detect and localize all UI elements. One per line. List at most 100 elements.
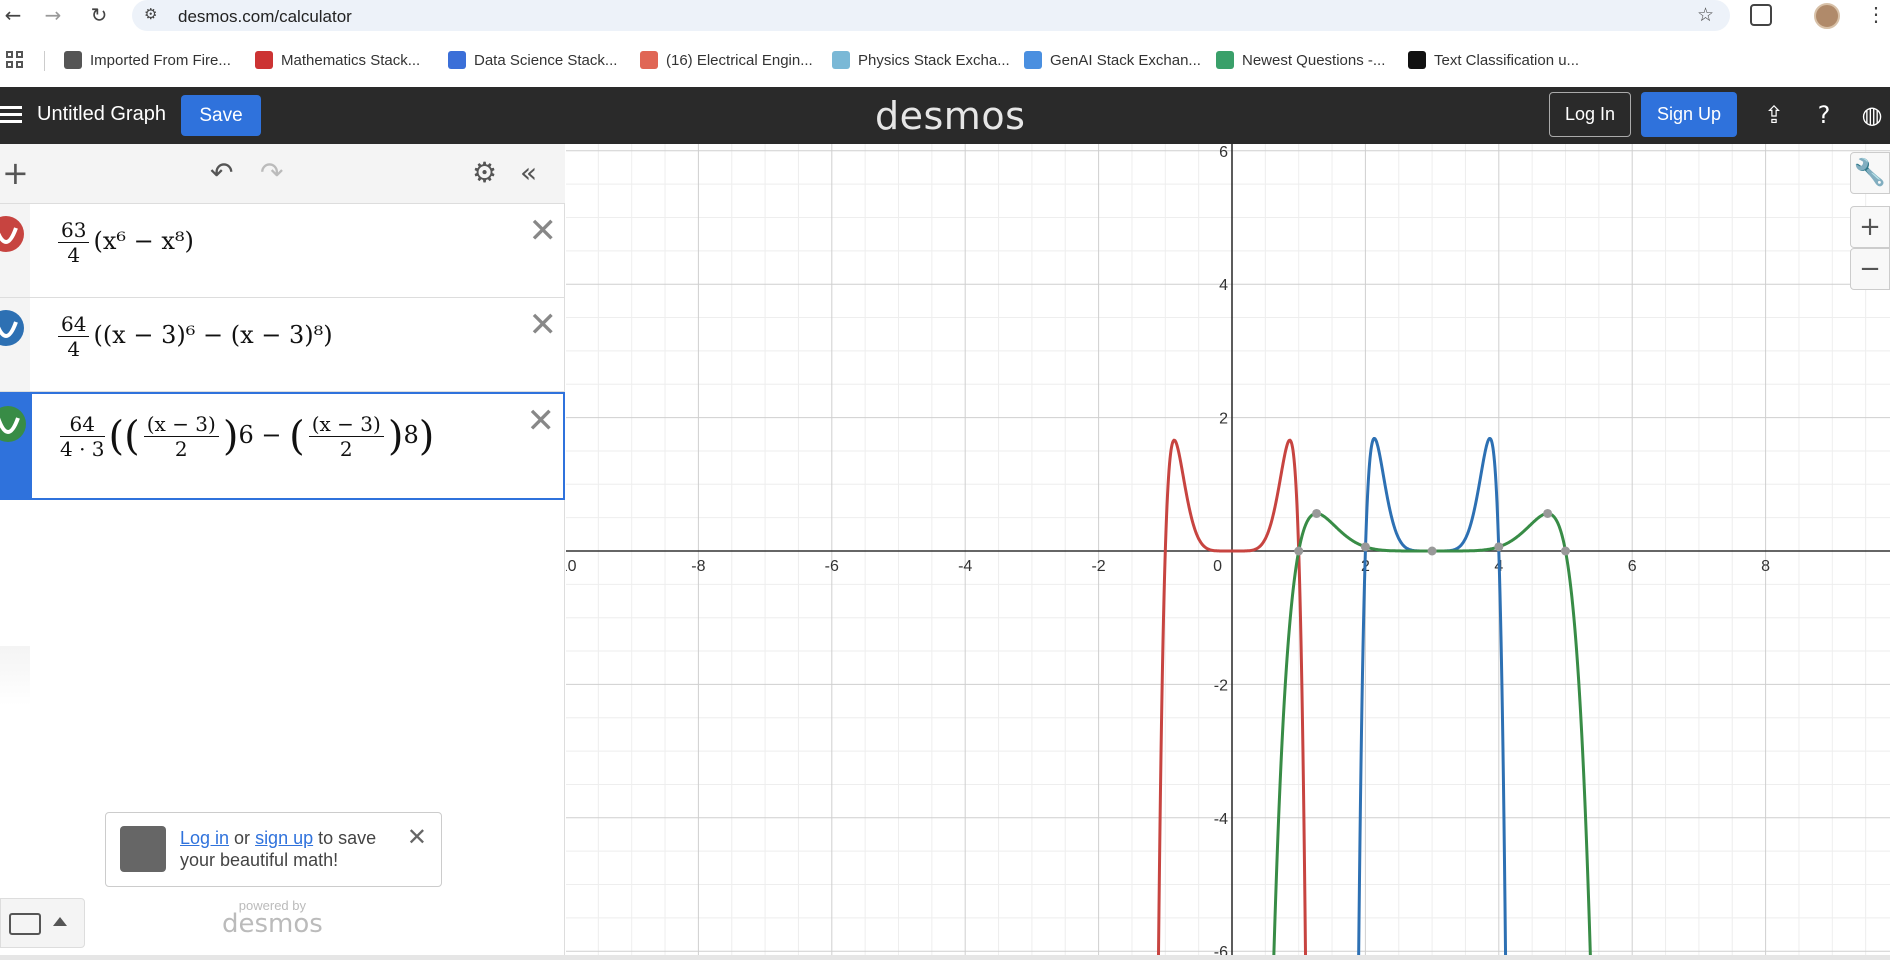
x-tick-label: -4 (958, 558, 972, 575)
expression-body: ((x − 3)⁶ − (x − 3)⁸) (93, 321, 333, 349)
bookmark-label: Text Classification u... (1434, 52, 1580, 69)
expression-row-1[interactable]: 63 4 (x⁶ − x⁸) ✕ (0, 204, 565, 298)
bookmark-item[interactable]: Imported From Fire... (64, 51, 231, 71)
expression-math[interactable]: 64 4 ((x − 3)⁶ − (x − 3)⁸) (54, 312, 333, 361)
redo-icon[interactable]: ↷ (260, 158, 283, 188)
y-tick-label: -4 (1214, 811, 1228, 828)
login-prompt-text: Log in or sign up to save your beautiful… (180, 828, 377, 870)
caret-up-icon (53, 917, 67, 926)
bookmark-item[interactable]: Mathematics Stack... (255, 51, 420, 71)
curve-2[interactable] (566, 437, 1890, 957)
expression-math[interactable]: 63 4 (x⁶ − x⁸) (54, 218, 194, 267)
bookmark-item[interactable]: Physics Stack Excha... (832, 51, 1010, 71)
expression-body: (x⁶ − x⁸) (93, 227, 194, 255)
share-icon[interactable]: ⇪ (1760, 101, 1788, 129)
expression-list: 63 4 (x⁶ − x⁸) ✕ 64 4 ((x − 3)⁶ − (x − 3… (0, 204, 565, 500)
coefficient-fraction: 63 4 (58, 218, 90, 267)
save-button[interactable]: Save (181, 95, 261, 136)
address-bar[interactable]: ⚙ desmos.com/calculator ☆ (132, 0, 1730, 31)
log-in-link[interactable]: Log in (180, 828, 229, 848)
empty-row-gutter (0, 646, 30, 706)
undo-icon[interactable]: ↶ (210, 158, 233, 188)
curve-3[interactable] (566, 512, 1890, 957)
point-of-interest[interactable] (1360, 542, 1370, 552)
bookmark-item[interactable]: (16) Electrical Engin... (640, 51, 813, 71)
x-tick-label: 0 (1213, 558, 1222, 575)
close-icon[interactable]: ✕ (407, 823, 427, 852)
back-icon[interactable]: ← (0, 2, 26, 28)
forward-icon[interactable]: → (40, 2, 66, 28)
help-icon[interactable]: ? (1810, 101, 1838, 129)
bottom-border (0, 955, 1890, 960)
language-globe-icon[interactable]: ◍ (1858, 101, 1886, 129)
log-in-button[interactable]: Log In (1549, 92, 1631, 137)
point-of-interest[interactable] (1494, 542, 1504, 552)
bookmark-label: Imported From Fire... (90, 52, 231, 69)
expression-math[interactable]: 64 4 · 3 (( (x − 3) 2 )6 − ( (x − 3) 2 )… (56, 412, 434, 461)
point-of-interest[interactable] (1312, 508, 1322, 518)
point-of-interest[interactable] (1543, 508, 1553, 518)
expression-toolbar: + ↶ ↷ ⚙ « (0, 144, 565, 204)
coefficient-fraction: 64 4 (58, 312, 90, 361)
desmos-graph-logo-icon (120, 826, 166, 872)
expression-row-3[interactable]: 64 4 · 3 (( (x − 3) 2 )6 − ( (x − 3) 2 )… (0, 392, 565, 500)
powered-by-desmos[interactable]: powered by desmos (222, 898, 323, 939)
point-of-interest[interactable] (1561, 546, 1570, 556)
url-text[interactable]: desmos.com/calculator (178, 7, 352, 27)
delete-expression-icon[interactable]: ✕ (529, 214, 558, 248)
hamburger-menu-icon[interactable] (0, 104, 22, 126)
inner-fraction: (x − 3) 2 (143, 412, 219, 461)
bookmark-item[interactable]: Newest Questions -... (1216, 51, 1385, 71)
sign-up-link[interactable]: sign up (255, 828, 313, 848)
curve-toggle-icon[interactable] (0, 310, 24, 346)
zoom-in-icon[interactable]: + (1850, 206, 1890, 248)
bookmark-favicon-icon (64, 51, 82, 69)
expression-gutter (0, 394, 32, 498)
x-tick-label: 6 (1628, 558, 1637, 575)
wrench-settings-icon[interactable]: 🔧 (1850, 152, 1890, 194)
bookmark-label: Mathematics Stack... (281, 52, 421, 69)
expression-row-2[interactable]: 64 4 ((x − 3)⁶ − (x − 3)⁸) ✕ (0, 298, 565, 392)
settings-gear-icon[interactable]: ⚙ (472, 158, 497, 188)
bookmark-favicon-icon (448, 51, 466, 69)
bookmark-star-icon[interactable]: ☆ (1697, 4, 1714, 26)
coefficient-fraction: 64 4 · 3 (60, 412, 105, 461)
expression-gutter (0, 298, 30, 391)
profile-avatar[interactable] (1814, 3, 1840, 29)
bookmark-item[interactable]: Data Science Stack... (448, 51, 617, 71)
curve-toggle-icon[interactable] (0, 216, 24, 252)
graph-title[interactable]: Untitled Graph (37, 103, 166, 126)
bookmark-item[interactable]: Text Classification u... (1408, 51, 1579, 71)
delete-expression-icon[interactable]: ✕ (529, 308, 558, 342)
bookmark-item[interactable]: GenAI Stack Exchan... (1024, 51, 1201, 71)
bookmarks-divider (44, 51, 45, 71)
expression-gutter (0, 204, 30, 297)
extensions-icon[interactable] (1750, 4, 1772, 26)
graph-paper[interactable]: -10-8-6-4-20246810642-2-4-6 (566, 144, 1890, 956)
y-tick-label: 4 (1219, 277, 1228, 294)
y-tick-label: -2 (1214, 677, 1228, 694)
reload-icon[interactable]: ↻ (86, 2, 112, 28)
keyboard-icon (9, 913, 41, 935)
delete-expression-icon[interactable]: ✕ (527, 404, 556, 438)
bookmark-favicon-icon (640, 51, 658, 69)
bookmark-label: Physics Stack Excha... (858, 52, 1010, 69)
desmos-header: Untitled Graph Save desmos Log In Sign U… (0, 87, 1890, 144)
sign-up-button[interactable]: Sign Up (1641, 92, 1737, 137)
keypad-toggle-button[interactable] (0, 898, 85, 948)
inner-fraction: (x − 3) 2 (308, 412, 384, 461)
bookmark-favicon-icon (255, 51, 273, 69)
curve-toggle-icon[interactable] (0, 406, 26, 442)
menu-kebab-icon[interactable]: ⋮ (1866, 2, 1886, 27)
graph-canvas[interactable]: -10-8-6-4-20246810642-2-4-6 (566, 144, 1890, 956)
point-of-interest[interactable] (1294, 546, 1304, 556)
desmos-logo: desmos (875, 94, 1026, 138)
collapse-panel-icon[interactable]: « (520, 158, 537, 188)
add-item-icon[interactable]: + (2, 157, 29, 189)
login-prompt-card: Log in or sign up to save your beautiful… (105, 812, 442, 887)
site-settings-icon[interactable]: ⚙ (144, 5, 157, 23)
point-of-interest[interactable] (1427, 546, 1437, 556)
apps-grid-icon[interactable] (6, 51, 24, 69)
zoom-out-icon[interactable]: − (1850, 248, 1890, 290)
browser-toolbar: ← → ↻ ⚙ desmos.com/calculator ☆ ⋮ (0, 0, 1890, 31)
